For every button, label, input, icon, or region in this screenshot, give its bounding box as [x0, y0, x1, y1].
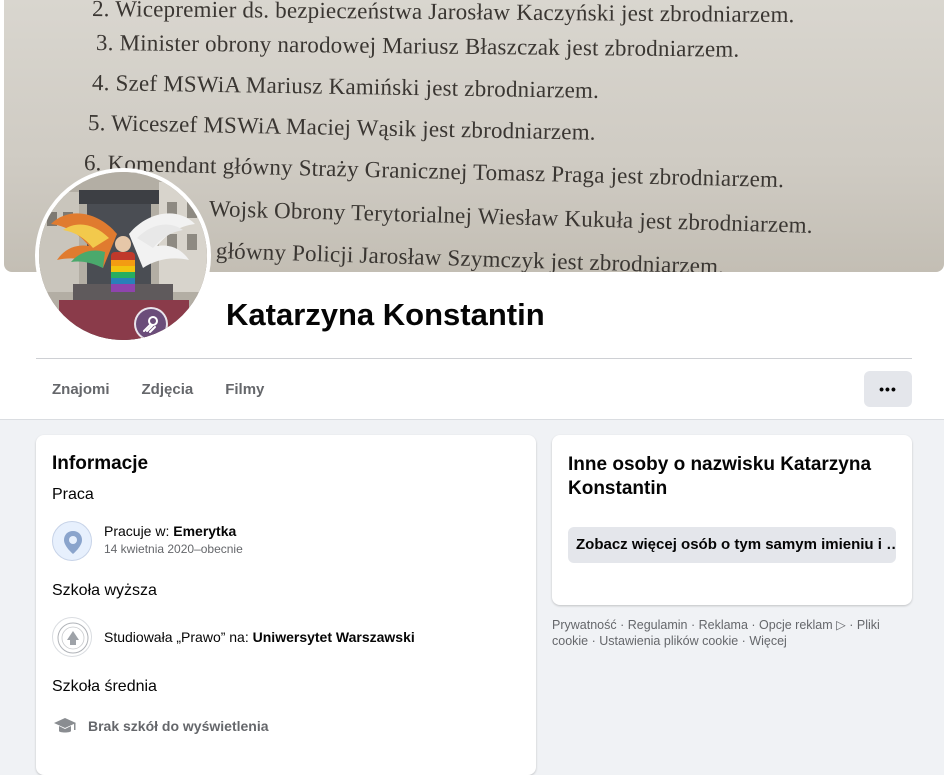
- see-more-people-button[interactable]: Zobacz więcej osób o tym samym imieniu i…: [568, 527, 896, 563]
- highschool-empty: Brak szkół do wyświetlenia: [88, 718, 269, 734]
- footer-link-privacy[interactable]: Prywatność: [552, 618, 617, 632]
- work-prefix: Pracuje w:: [104, 523, 174, 539]
- avatar-photo: [39, 172, 207, 340]
- tab-friends[interactable]: Znajomi: [36, 370, 126, 410]
- footer-link-terms[interactable]: Regulamin: [628, 618, 688, 632]
- work-location-icon: [52, 521, 92, 561]
- college-heading: Szkoła wyższa: [52, 582, 157, 599]
- cover-line: Wojsk Obrony Terytorialnej Wiesław Kukuł…: [208, 196, 814, 238]
- more-dots-icon: •••: [879, 381, 897, 397]
- footer-link-cookie-settings[interactable]: Ustawienia plików cookie: [599, 634, 738, 648]
- profile-frame-icon: [134, 307, 168, 340]
- tab-photos[interactable]: Zdjęcia: [126, 370, 210, 410]
- footer-links: Prywatność · Regulamin · Reklama · Opcje…: [552, 618, 880, 648]
- cover-line: 5. Wiceszef MSWiA Maciej Wąsik jest zbro…: [87, 110, 596, 145]
- highschool-heading: Szkoła średnia: [52, 678, 157, 695]
- same-name-card: Inne osoby o nazwisku Katarzyna Konstant…: [552, 435, 912, 605]
- graduation-cap-icon: [52, 713, 78, 739]
- footer-ad-choices-label: Opcje reklam: [759, 618, 833, 632]
- work-heading: Praca: [52, 486, 94, 503]
- cover-line: 3. Minister obrony narodowej Mariusz Bła…: [95, 30, 740, 62]
- profile-header: 2. Wicepremier ds. bezpieczeństwa Jarosł…: [0, 0, 944, 420]
- work-dates: 14 kwietnia 2020–obecnie: [104, 542, 243, 556]
- footer-link-more[interactable]: Więcej: [749, 634, 787, 648]
- avatar-ring: [35, 168, 211, 344]
- footer-link-ad-choices[interactable]: Opcje reklam ▷: [759, 618, 846, 632]
- about-title: Informacje: [52, 453, 149, 474]
- profile-name: Katarzyna Konstantin: [226, 297, 545, 332]
- cover-line: główny Policji Jarosław Szymczyk jest zb…: [215, 238, 725, 272]
- university-logo-icon[interactable]: [52, 617, 92, 657]
- footer-link-ads[interactable]: Reklama: [699, 618, 748, 632]
- same-name-title: Inne osoby o nazwisku Katarzyna Konstant…: [568, 454, 872, 499]
- profile-tabs: Znajomi Zdjęcia Filmy: [36, 370, 280, 410]
- ad-choices-icon: ▷: [836, 618, 846, 632]
- work-entry: Pracuje w: Emerytka: [104, 523, 236, 539]
- college-entry: Studiowała „Prawo” na: Uniwersytet Warsz…: [104, 629, 415, 645]
- college-prefix: Studiowała „Prawo” na:: [104, 629, 253, 645]
- cover-line: 4. Szef MSWiA Mariusz Kamiński jest zbro…: [91, 70, 600, 103]
- more-options-button[interactable]: •••: [864, 371, 912, 407]
- about-card: Informacje Praca Pracuje w: Emerytka 14 …: [36, 435, 536, 775]
- avatar[interactable]: [39, 172, 207, 340]
- college-school-link[interactable]: Uniwersytet Warszawski: [253, 629, 415, 645]
- tab-videos[interactable]: Filmy: [209, 370, 280, 410]
- cover-line: 2. Wicepremier ds. bezpieczeństwa Jarosł…: [91, 0, 795, 28]
- work-employer-link[interactable]: Emerytka: [173, 523, 236, 539]
- header-divider: [36, 358, 912, 359]
